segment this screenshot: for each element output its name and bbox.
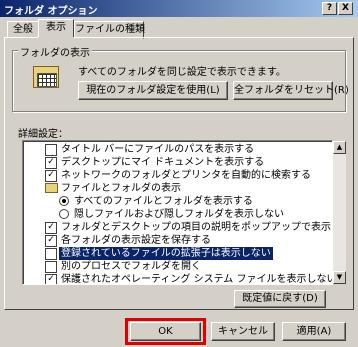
- advanced-settings-label: 詳細設定：: [18, 129, 68, 140]
- cancel-button[interactable]: キャンセル: [211, 322, 275, 341]
- checkbox[interactable]: ✓: [45, 222, 57, 234]
- folder-view-icon: [33, 66, 59, 88]
- checkbox[interactable]: [45, 261, 57, 273]
- checkbox[interactable]: ✓: [45, 274, 57, 284]
- checkbox[interactable]: ✓: [45, 235, 57, 247]
- restore-defaults-button[interactable]: 既定値に戻す(D): [234, 290, 326, 308]
- folder-icon: [45, 183, 58, 193]
- help-button[interactable]: ?: [322, 2, 337, 15]
- checkbox[interactable]: ✓: [45, 170, 57, 182]
- apply-button[interactable]: 適用(A): [282, 322, 346, 341]
- radio-button[interactable]: [59, 209, 69, 219]
- scroll-up-icon[interactable]: ▲: [333, 141, 346, 154]
- apply-to-all-folders-button[interactable]: 現在のフォルダ設定を使用(L): [78, 81, 228, 100]
- ok-button[interactable]: OK: [130, 322, 201, 341]
- radio-button[interactable]: [59, 196, 69, 206]
- tab-view[interactable]: 表示: [38, 19, 74, 39]
- folder-view-description: すべてのフォルダを同じ設定で表示できます。: [78, 67, 286, 78]
- scroll-down-icon[interactable]: ▼: [333, 271, 346, 284]
- list-scrollbar[interactable]: ▲ ▼: [333, 141, 346, 284]
- window-title: フォルダ オプション: [4, 6, 98, 17]
- advanced-settings-list[interactable]: タイトル バーにファイルのパスを表示する ✓ デスクトップにマイ ドキュメントを…: [22, 140, 333, 285]
- checkbox[interactable]: [45, 248, 57, 260]
- reset-all-folders-button[interactable]: 全フォルダをリセット(R): [233, 81, 349, 100]
- checkbox[interactable]: [45, 144, 57, 156]
- close-button[interactable]: X: [338, 2, 353, 15]
- folder-view-group-label: フォルダの表示: [18, 44, 92, 59]
- tab-join: [38, 37, 74, 39]
- checkbox[interactable]: ✓: [45, 157, 57, 169]
